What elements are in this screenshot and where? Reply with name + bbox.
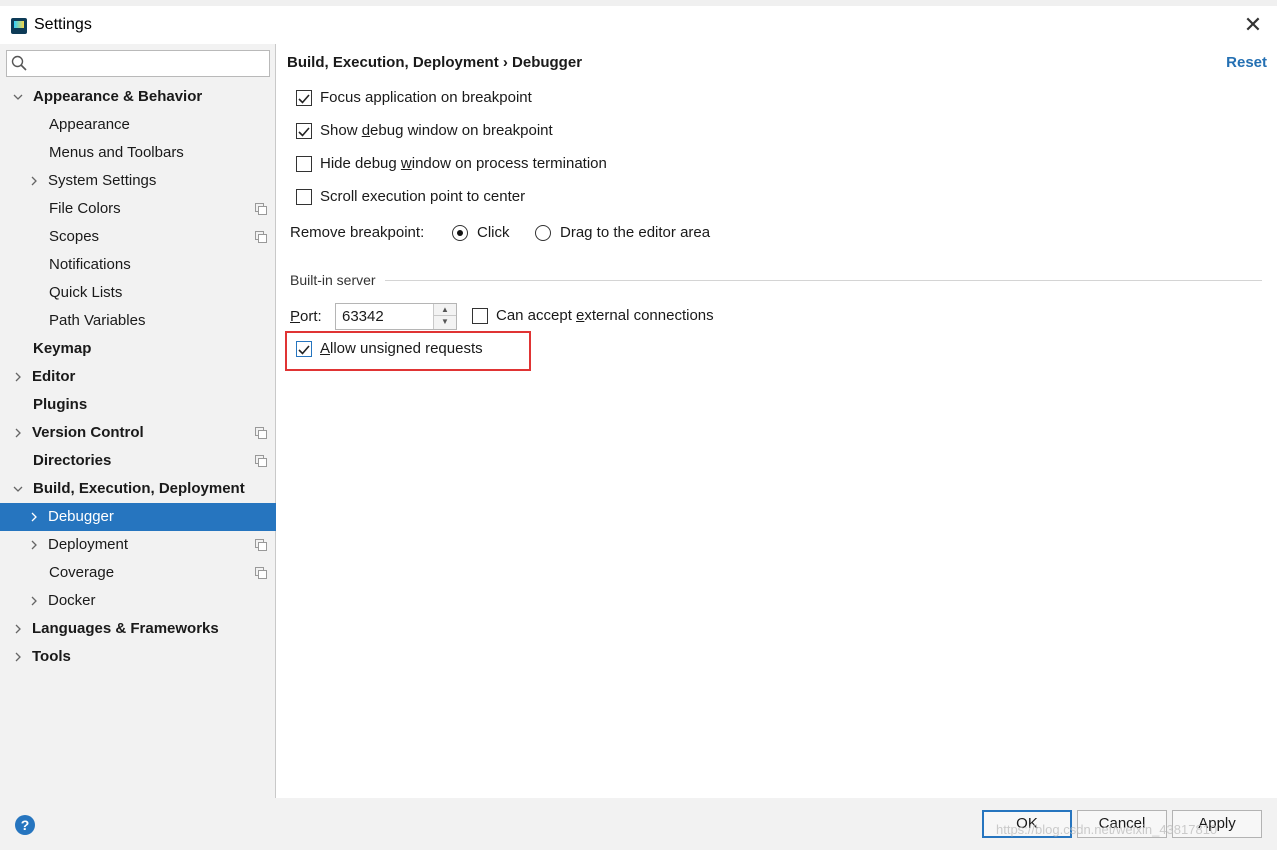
title-bar: Settings ✕	[0, 0, 1277, 44]
project-scope-icon	[255, 567, 267, 579]
watermark-text: https://blog.csdn.net/weixin_43817810	[996, 822, 1218, 837]
checkmark-icon	[298, 127, 310, 137]
port-label: Port:	[290, 308, 322, 325]
chevron-right-icon[interactable]	[29, 512, 39, 522]
hide-debug-window-checkbox[interactable]	[296, 156, 312, 172]
tree-item-label: Keymap	[33, 340, 92, 357]
tree-item-label: Directories	[33, 452, 112, 469]
tree-item-label: Deployment	[48, 536, 129, 553]
tree-item-directories[interactable]: Directories	[0, 447, 276, 475]
reset-link[interactable]: Reset	[1226, 54, 1267, 71]
chevron-down-icon[interactable]	[13, 484, 23, 494]
tree-item-appearance-behavior[interactable]: Appearance & Behavior	[0, 83, 276, 111]
tree-item-label: Docker	[48, 592, 96, 609]
scroll-execution-point-checkbox[interactable]	[296, 189, 312, 205]
search-input[interactable]	[6, 50, 270, 77]
chevron-right-icon[interactable]	[13, 652, 23, 662]
tree-item-label: Editor	[32, 368, 76, 385]
tree-item-deployment[interactable]: Deployment	[0, 531, 276, 559]
tree-item-notifications[interactable]: Notifications	[0, 251, 276, 279]
tree-item-build-execution-deployment[interactable]: Build, Execution, Deployment	[0, 475, 276, 503]
chevron-right-icon[interactable]	[29, 176, 39, 186]
chevron-down-icon[interactable]	[13, 92, 23, 102]
tree-item-label: Tools	[32, 648, 71, 665]
tree-item-menus-toolbars[interactable]: Menus and Toolbars	[0, 139, 276, 167]
tree-item-label: Quick Lists	[49, 284, 123, 301]
help-icon[interactable]: ?	[15, 815, 35, 835]
spin-down-icon[interactable]: ▼	[434, 316, 456, 328]
show-debug-window-checkbox[interactable]	[296, 123, 312, 139]
tree-item-path-variables[interactable]: Path Variables	[0, 307, 276, 335]
radio-drag-label[interactable]: Drag to the editor area	[560, 222, 710, 244]
section-divider	[385, 280, 1262, 281]
tree-item-languages-frameworks[interactable]: Languages & Frameworks	[0, 615, 276, 643]
settings-sidebar: Appearance & Behavior Appearance Menus a…	[0, 44, 276, 798]
highlight-box	[285, 331, 531, 371]
tree-item-label: Languages & Frameworks	[32, 620, 219, 637]
radio-click-label[interactable]: Click	[477, 222, 510, 244]
tree-item-label: File Colors	[49, 200, 121, 217]
tree-item-label: Plugins	[33, 396, 88, 413]
window-title: Settings	[34, 16, 92, 33]
remove-breakpoint-label: Remove breakpoint:	[290, 224, 425, 241]
search-icon	[11, 55, 27, 71]
tree-item-plugins[interactable]: Plugins	[0, 391, 276, 419]
radio-click[interactable]	[452, 225, 468, 241]
tree-item-label: Notifications	[49, 256, 131, 273]
project-scope-icon	[255, 427, 267, 439]
debugger-settings-panel: Build, Execution, Deployment › Debugger …	[277, 44, 1277, 798]
tree-item-coverage[interactable]: Coverage	[0, 559, 276, 587]
tree-item-appearance[interactable]: Appearance	[0, 111, 276, 139]
project-scope-icon	[255, 539, 267, 551]
port-stepper[interactable]: 63342 ▲ ▼	[335, 303, 457, 330]
port-value[interactable]: 63342	[342, 308, 384, 325]
tree-item-label: Path Variables	[49, 312, 146, 329]
chevron-right-icon[interactable]	[13, 372, 23, 382]
tree-item-label: Build, Execution, Deployment	[33, 480, 245, 497]
tree-item-scopes[interactable]: Scopes	[0, 223, 276, 251]
option-label: Scroll execution point to center	[320, 188, 526, 205]
webstorm-app-icon	[11, 18, 27, 34]
tree-item-label: Appearance & Behavior	[33, 88, 203, 105]
project-scope-icon	[255, 455, 267, 467]
port-spinner[interactable]: ▲ ▼	[433, 304, 456, 329]
chevron-right-icon[interactable]	[29, 540, 39, 550]
focus-app-checkbox[interactable]	[296, 90, 312, 106]
option-label: Hide debug window on process termination	[320, 155, 607, 172]
option-label: Focus application on breakpoint	[320, 89, 532, 106]
tree-item-debugger[interactable]: Debugger	[0, 503, 276, 531]
project-scope-icon	[255, 231, 267, 243]
tree-item-editor[interactable]: Editor	[0, 363, 276, 391]
tree-item-quick-lists[interactable]: Quick Lists	[0, 279, 276, 307]
tree-item-label: System Settings	[48, 172, 157, 189]
tree-item-label: Version Control	[32, 424, 144, 441]
tree-item-docker[interactable]: Docker	[0, 587, 276, 615]
tree-item-label: Menus and Toolbars	[49, 144, 184, 161]
chevron-right-icon[interactable]	[13, 428, 23, 438]
tree-item-label: Appearance	[49, 116, 130, 133]
tree-item-version-control[interactable]: Version Control	[0, 419, 276, 447]
breadcrumb: Build, Execution, Deployment › Debugger	[287, 54, 583, 71]
tree-item-file-colors[interactable]: File Colors	[0, 195, 276, 223]
project-scope-icon	[255, 203, 267, 215]
tree-item-tools[interactable]: Tools	[0, 643, 276, 671]
settings-tree: Appearance & Behavior Appearance Menus a…	[0, 83, 276, 671]
accept-external-checkbox[interactable]	[472, 308, 488, 324]
spin-up-icon[interactable]: ▲	[434, 304, 456, 316]
option-label: Can accept external connections	[496, 307, 714, 324]
tree-item-label: Scopes	[49, 228, 100, 245]
radio-drag-to-editor[interactable]	[535, 225, 551, 241]
remove-breakpoint-group: Remove breakpoint: Click Drag to the edi…	[290, 222, 790, 244]
chevron-right-icon[interactable]	[29, 596, 39, 606]
close-icon[interactable]: ✕	[1241, 13, 1265, 37]
tree-item-label: Coverage	[49, 564, 115, 581]
builtin-server-title: Built-in server	[290, 272, 376, 288]
chevron-right-icon[interactable]	[13, 624, 23, 634]
tree-item-label: Debugger	[48, 508, 114, 525]
option-label: Show debug window on breakpoint	[320, 122, 553, 139]
tree-item-keymap[interactable]: Keymap	[0, 335, 276, 363]
checkmark-icon	[298, 94, 310, 104]
tree-item-system-settings[interactable]: System Settings	[0, 167, 276, 195]
